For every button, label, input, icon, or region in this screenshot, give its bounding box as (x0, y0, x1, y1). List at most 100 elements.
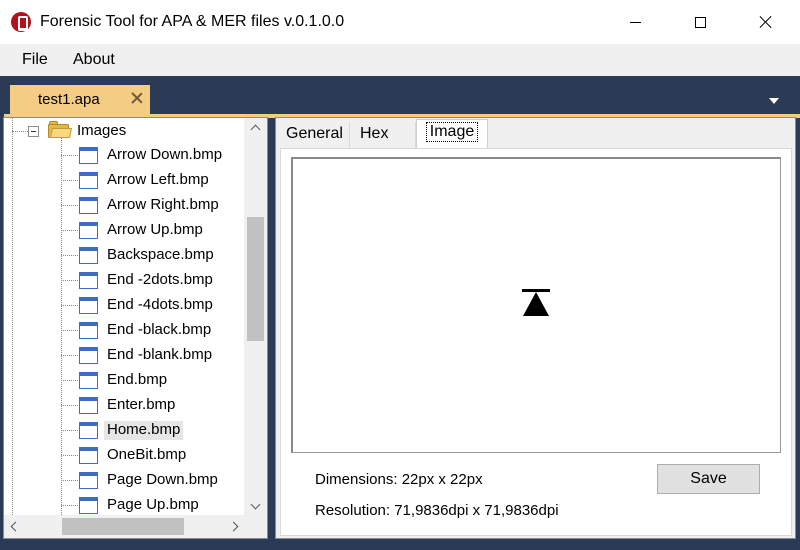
tree-item-label: End -black.bmp (107, 321, 212, 338)
tree-connector (61, 155, 78, 156)
menu-bar: File About (0, 44, 800, 76)
collapse-toggle-icon[interactable] (28, 126, 39, 137)
minimize-icon (629, 21, 641, 23)
scroll-down-button[interactable] (244, 497, 267, 515)
image-resolution: Resolution: 71,9836dpi x 71,9836dpi (315, 502, 559, 519)
tab-image-label: Image (425, 122, 479, 142)
bitmap-file-icon (79, 247, 98, 264)
bitmap-file-icon (79, 272, 98, 289)
tree-connector (61, 255, 78, 256)
maximize-button[interactable] (677, 0, 723, 44)
scroll-thumb[interactable] (247, 217, 264, 341)
tab-image[interactable]: Image (416, 119, 488, 148)
tree-connector (61, 455, 78, 456)
file-tree: Images Arrow Down.bmp Arrow Left.bmp Arrow… (4, 118, 244, 515)
menu-about[interactable]: About (73, 51, 115, 69)
bitmap-file-icon (79, 397, 98, 414)
tab-hex-label: Hex (360, 125, 389, 142)
tree-item-label: End -2dots.bmp (107, 271, 213, 288)
tree-item-label: Arrow Up.bmp (107, 221, 203, 238)
scroll-up-button[interactable] (244, 118, 267, 136)
app-icon (11, 12, 31, 32)
tree-item[interactable]: Arrow Up.bmp (4, 218, 244, 243)
minimize-button[interactable] (612, 0, 658, 44)
save-button[interactable]: Save (657, 464, 760, 494)
tree-item[interactable]: Arrow Left.bmp (4, 168, 244, 193)
tree-root-images[interactable]: Images (77, 122, 126, 139)
tree-connector (61, 230, 78, 231)
tree-horizontal-scrollbar[interactable] (4, 515, 244, 538)
tree-item[interactable]: End -4dots.bmp (4, 293, 244, 318)
tree-connector (12, 131, 28, 132)
tree-item[interactable]: Arrow Right.bmp (4, 193, 244, 218)
bitmap-file-icon (79, 197, 98, 214)
tree-item[interactable]: End -2dots.bmp (4, 268, 244, 293)
scroll-right-button[interactable] (226, 515, 244, 538)
tab-close-icon[interactable] (128, 88, 146, 108)
tree-item[interactable]: Arrow Down.bmp (4, 143, 244, 168)
bitmap-file-icon (79, 297, 98, 314)
tree-connector (61, 205, 78, 206)
tree-item-label: End.bmp (107, 371, 168, 388)
window-title: Forensic Tool for APA & MER files v.0.1.… (40, 13, 345, 30)
tree-connector (61, 355, 78, 356)
chevron-up-icon (250, 124, 261, 134)
tree-item-label: Page Down.bmp (107, 471, 218, 488)
tree-item[interactable]: Home.bmp (4, 418, 244, 443)
tree-item-label: Arrow Right.bmp (107, 196, 219, 213)
chevron-down-icon (250, 499, 261, 509)
tree-item-label: Home.bmp (104, 421, 184, 440)
tree-item[interactable]: Backspace.bmp (4, 243, 244, 268)
bitmap-file-icon (79, 147, 98, 164)
file-tree-panel: Images Arrow Down.bmp Arrow Left.bmp Arrow… (3, 117, 268, 539)
document-tab[interactable]: test1.apa (10, 85, 150, 114)
home-bmp-preview-image (522, 289, 550, 316)
scroll-left-button[interactable] (4, 515, 22, 538)
tree-connector (61, 380, 78, 381)
tree-item[interactable]: OneBit.bmp (4, 443, 244, 468)
tree-item-label: End -4dots.bmp (107, 296, 213, 313)
folder-icon (48, 121, 73, 139)
maximize-icon (694, 16, 706, 28)
tree-connector (61, 330, 78, 331)
menu-file[interactable]: File (22, 51, 48, 69)
tab-list-dropdown-icon[interactable] (769, 98, 779, 104)
tree-item-label: End -blank.bmp (107, 346, 213, 363)
tree-connector (61, 305, 78, 306)
tree-item-label: Enter.bmp (107, 396, 176, 413)
tree-item-label: OneBit.bmp (107, 446, 187, 463)
tree-item[interactable]: Page Down.bmp (4, 468, 244, 493)
tree-item[interactable]: End -blank.bmp (4, 343, 244, 368)
document-tab-label: test1.apa (38, 91, 100, 108)
image-dimensions: Dimensions: 22px x 22px (315, 471, 483, 488)
tree-connector (61, 430, 78, 431)
bitmap-file-icon (79, 222, 98, 239)
tab-hex[interactable]: Hex (350, 122, 416, 148)
tree-vertical-scrollbar[interactable] (244, 118, 267, 515)
bitmap-file-icon (79, 447, 98, 464)
tree-connector (61, 180, 78, 181)
tree-item[interactable]: End.bmp (4, 368, 244, 393)
tree-item[interactable]: Page Up.bmp (4, 493, 244, 515)
bitmap-file-icon (79, 472, 98, 489)
tree-item-label: Arrow Down.bmp (107, 146, 223, 163)
bitmap-file-icon (79, 322, 98, 339)
tree-connector (61, 480, 78, 481)
details-tabs: General Hex Image (280, 119, 792, 148)
chevron-right-icon (228, 521, 238, 532)
tree-connector (61, 405, 78, 406)
image-tab-page: Dimensions: 22px x 22px Resolution: 71,9… (280, 148, 792, 536)
image-preview (291, 157, 781, 453)
title-bar: Forensic Tool for APA & MER files v.0.1.… (0, 0, 800, 44)
scroll-thumb[interactable] (62, 518, 184, 535)
tree-item[interactable]: End -black.bmp (4, 318, 244, 343)
close-window-button[interactable] (743, 0, 789, 44)
bitmap-file-icon (79, 347, 98, 364)
tree-connector (61, 505, 78, 506)
tab-general[interactable]: General (280, 122, 350, 148)
tree-item[interactable]: Enter.bmp (4, 393, 244, 418)
close-icon (759, 15, 773, 29)
bitmap-file-icon (79, 172, 98, 189)
bitmap-file-icon (79, 497, 98, 514)
tree-connector (61, 280, 78, 281)
